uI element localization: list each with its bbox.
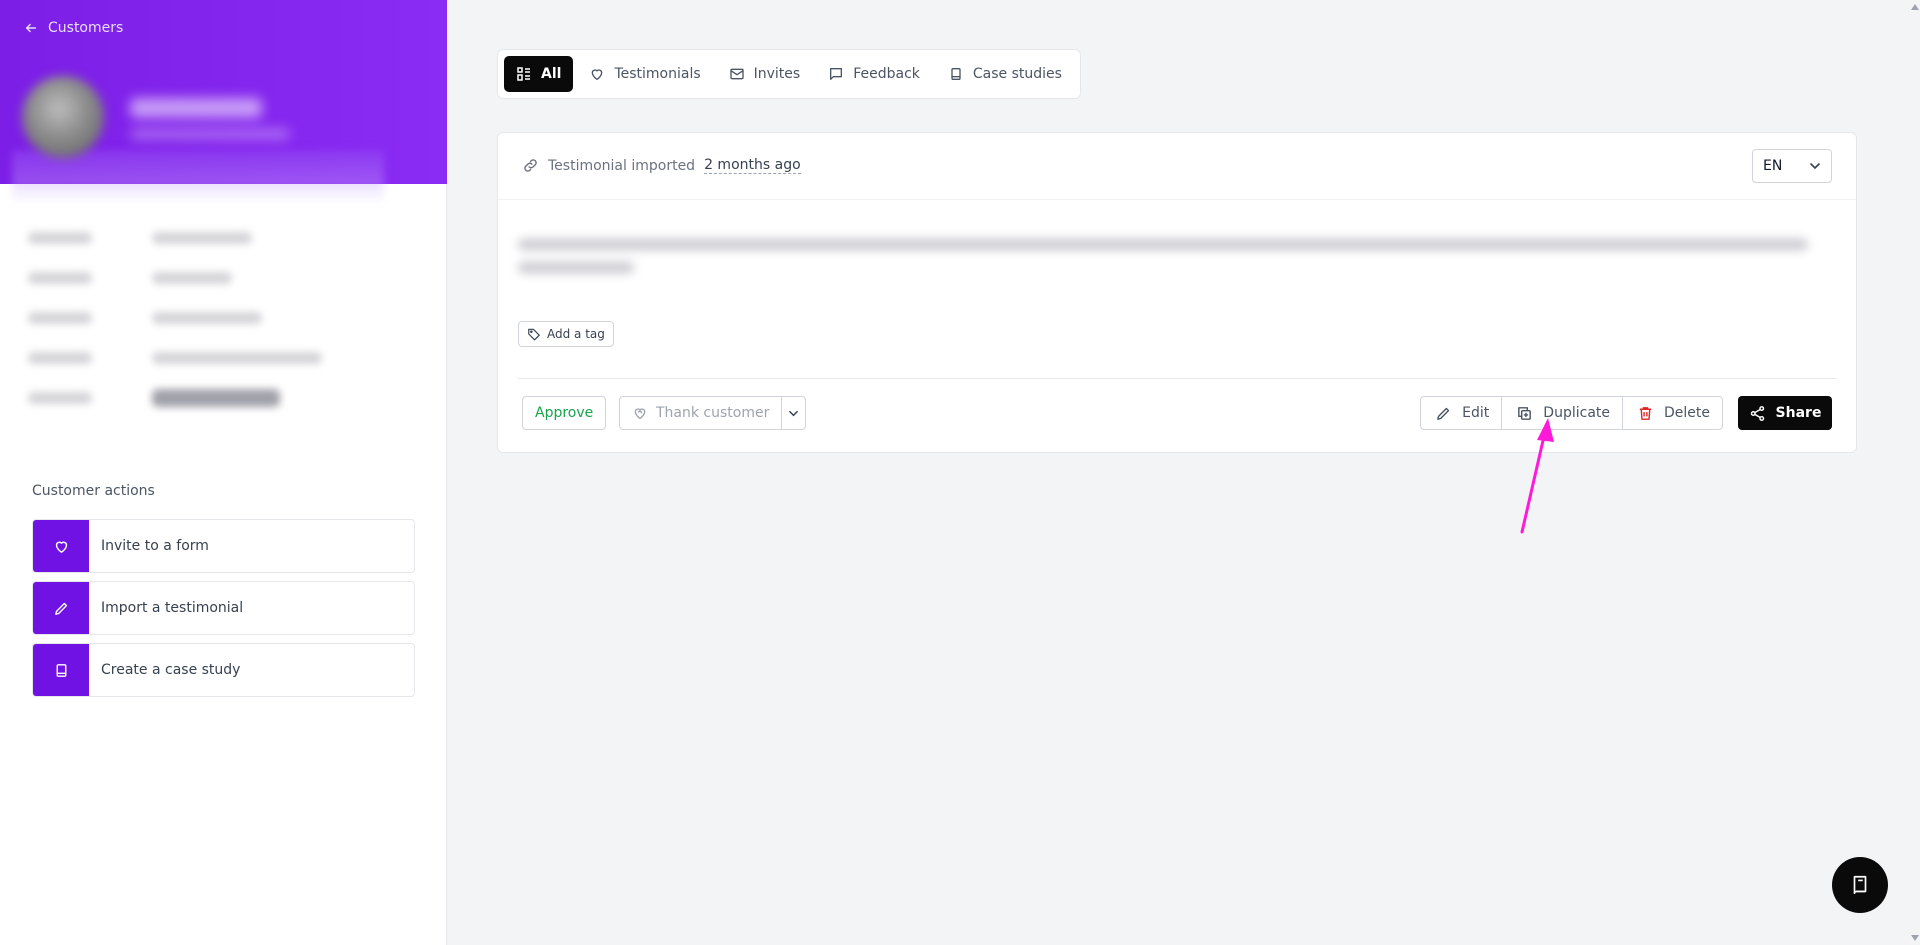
detail-row <box>28 378 408 418</box>
book-icon <box>1853 875 1867 895</box>
edit-label: Edit <box>1462 405 1490 421</box>
testimonial-text-redacted <box>518 239 1808 289</box>
message-icon <box>830 68 843 80</box>
share-icon <box>1750 405 1764 421</box>
create-case-study-action[interactable]: Create a case study <box>32 643 415 697</box>
scroll-up-arrow[interactable] <box>1911 4 1919 10</box>
filter-tabs: All Testimonials Invites Feedback Case s… <box>497 49 1081 99</box>
divider <box>518 378 1836 379</box>
tab-label: Feedback <box>853 66 920 82</box>
approve-button[interactable]: Approve <box>522 396 607 430</box>
add-tag-button[interactable]: Add a tag <box>518 321 614 347</box>
detail-row <box>28 338 408 378</box>
customer-header-fade <box>12 150 384 204</box>
arrow-left-icon <box>25 23 37 33</box>
delete-button[interactable]: Delete <box>1622 397 1722 429</box>
pencil-icon <box>54 602 67 615</box>
duplicate-label: Duplicate <box>1543 405 1610 421</box>
customer-name-redacted <box>130 98 262 118</box>
link-icon <box>524 159 537 172</box>
heart-handshake-icon <box>634 408 646 419</box>
scroll-down-arrow[interactable] <box>1911 935 1919 941</box>
thank-customer-label: Thank customer <box>656 405 770 421</box>
import-testimonial-action[interactable]: Import a testimonial <box>32 581 415 635</box>
heart-icon <box>592 69 603 80</box>
book-icon <box>951 68 961 80</box>
customer-subtitle-redacted <box>130 128 290 140</box>
duplicate-button[interactable]: Duplicate <box>1501 397 1622 429</box>
thank-customer-button[interactable]: Thank customer <box>620 397 781 429</box>
page-scrollbar[interactable] <box>1910 0 1920 945</box>
action-label: Create a case study <box>101 662 241 678</box>
tab-label: Case studies <box>972 66 1062 82</box>
invite-to-form-action[interactable]: Invite to a form <box>32 519 415 573</box>
language-select[interactable]: EN <box>1752 149 1832 183</box>
share-button[interactable]: Share <box>1738 396 1832 430</box>
tab-testimonials[interactable]: Testimonials <box>577 56 712 92</box>
trash-icon <box>1639 406 1652 420</box>
copy-icon <box>1518 406 1532 420</box>
tab-invites[interactable]: Invites <box>717 56 813 92</box>
tab-label: All <box>541 66 562 82</box>
delete-label: Delete <box>1664 405 1710 421</box>
heart-icon <box>55 541 67 553</box>
testimonial-actions-group: Edit Duplicate Delete <box>1420 396 1723 430</box>
testimonial-source: Testimonial imported 2 months ago <box>522 157 801 174</box>
back-to-customers-link[interactable]: Customers <box>24 20 123 36</box>
language-value: EN <box>1763 158 1783 174</box>
time-ago[interactable]: 2 months ago <box>704 157 801 174</box>
thank-customer-dropdown[interactable] <box>781 397 805 429</box>
detail-row <box>28 298 408 338</box>
tab-label: Testimonials <box>614 66 701 82</box>
customer-details-redacted <box>28 218 408 418</box>
tab-all[interactable]: All <box>504 56 574 92</box>
edit-button[interactable]: Edit <box>1421 397 1501 429</box>
customer-actions-title: Customer actions <box>32 483 155 499</box>
customer-actions-list: Invite to a form Import a testimonial Cr… <box>32 519 415 705</box>
tab-label: Invites <box>753 66 801 82</box>
action-label: Import a testimonial <box>101 600 244 616</box>
thank-customer-split-button: Thank customer <box>619 396 807 430</box>
tab-case-studies[interactable]: Case studies <box>936 56 1074 92</box>
mail-icon <box>729 68 744 80</box>
testimonial-card: Testimonial imported 2 months ago EN Add… <box>497 132 1857 453</box>
sidebar: Customers Customer actions Invite to a f… <box>0 0 447 945</box>
detail-row <box>28 218 408 258</box>
source-text: Testimonial imported <box>548 157 696 174</box>
pencil-icon <box>1437 407 1450 420</box>
list-icon <box>517 67 530 81</box>
book-icon <box>56 663 66 677</box>
add-tag-label: Add a tag <box>547 327 605 341</box>
detail-row <box>28 258 408 298</box>
help-docs-button[interactable] <box>1832 857 1888 913</box>
tab-feedback[interactable]: Feedback <box>816 56 932 92</box>
action-label: Invite to a form <box>101 538 209 554</box>
chevron-down-icon <box>1810 163 1820 170</box>
chevron-down-icon <box>789 410 799 416</box>
share-label: Share <box>1775 405 1822 421</box>
divider <box>498 199 1856 200</box>
customer-avatar <box>22 76 104 158</box>
back-link-label: Customers <box>48 20 124 36</box>
tag-icon <box>528 328 540 341</box>
